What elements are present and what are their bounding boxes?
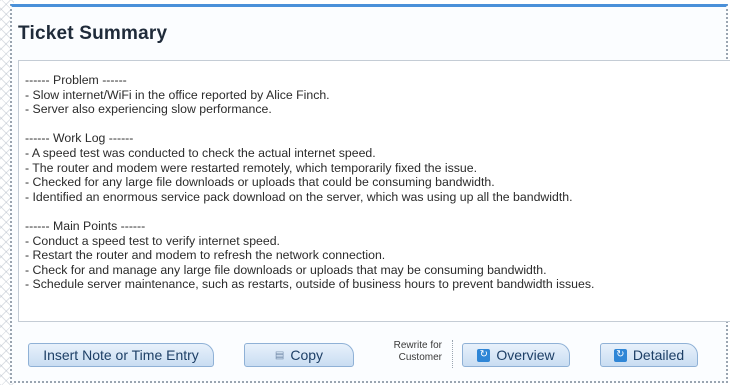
rewrite-label-line2: Customer xyxy=(398,352,442,363)
mainpoints-line: - Restart the router and modem to refres… xyxy=(25,248,386,263)
problem-line: - Slow internet/WiFi in the office repor… xyxy=(25,87,330,102)
worklog-line: - Checked for any large file downloads o… xyxy=(25,175,495,190)
mainpoints-header: ------ Main Points ------ xyxy=(25,218,146,233)
rewrite-label-line1: Rewrite for xyxy=(393,340,442,351)
worklog-line: - Identified an enormous service pack do… xyxy=(25,189,573,204)
copy-button[interactable]: ▤ Copy xyxy=(244,343,354,367)
overview-button[interactable]: ↻ Overview xyxy=(462,343,570,367)
sync-icon: ↻ xyxy=(613,348,627,362)
overview-label: Overview xyxy=(496,347,555,363)
panel-title: Ticket Summary xyxy=(18,23,168,44)
worklog-line: - A speed test was conducted to check th… xyxy=(25,145,376,160)
copy-label: Copy xyxy=(290,347,324,363)
insert-note-label: Insert Note or Time Entry xyxy=(43,347,199,363)
sync-icon: ↻ xyxy=(477,348,491,362)
action-toolbar: Insert Note or Time Entry ▤ Copy Rewrite… xyxy=(0,338,730,372)
problem-header: ------ Problem ------ xyxy=(25,73,127,87)
problem-line: - Server also experiencing slow performa… xyxy=(25,102,272,117)
document-icon: ▤ xyxy=(274,349,285,361)
mainpoints-line: - Conduct a speed test to verify interne… xyxy=(25,233,280,248)
summary-text-area[interactable]: ------ Problem ------ - Slow internet/Wi… xyxy=(18,60,730,322)
detailed-label: Detailed xyxy=(632,347,685,363)
mainpoints-line: - Schedule server maintenance, such as r… xyxy=(25,277,595,292)
divider xyxy=(452,340,453,368)
worklog-header: ------ Work Log ------ xyxy=(25,131,134,146)
rewrite-for-customer-label: Rewrite for Customer xyxy=(372,340,442,364)
mainpoints-line: - Check for and manage any large file do… xyxy=(25,262,547,277)
detailed-button[interactable]: ↻ Detailed xyxy=(600,343,698,367)
insert-note-button[interactable]: Insert Note or Time Entry xyxy=(28,343,214,367)
worklog-line: - The router and modem were restarted re… xyxy=(25,160,477,175)
